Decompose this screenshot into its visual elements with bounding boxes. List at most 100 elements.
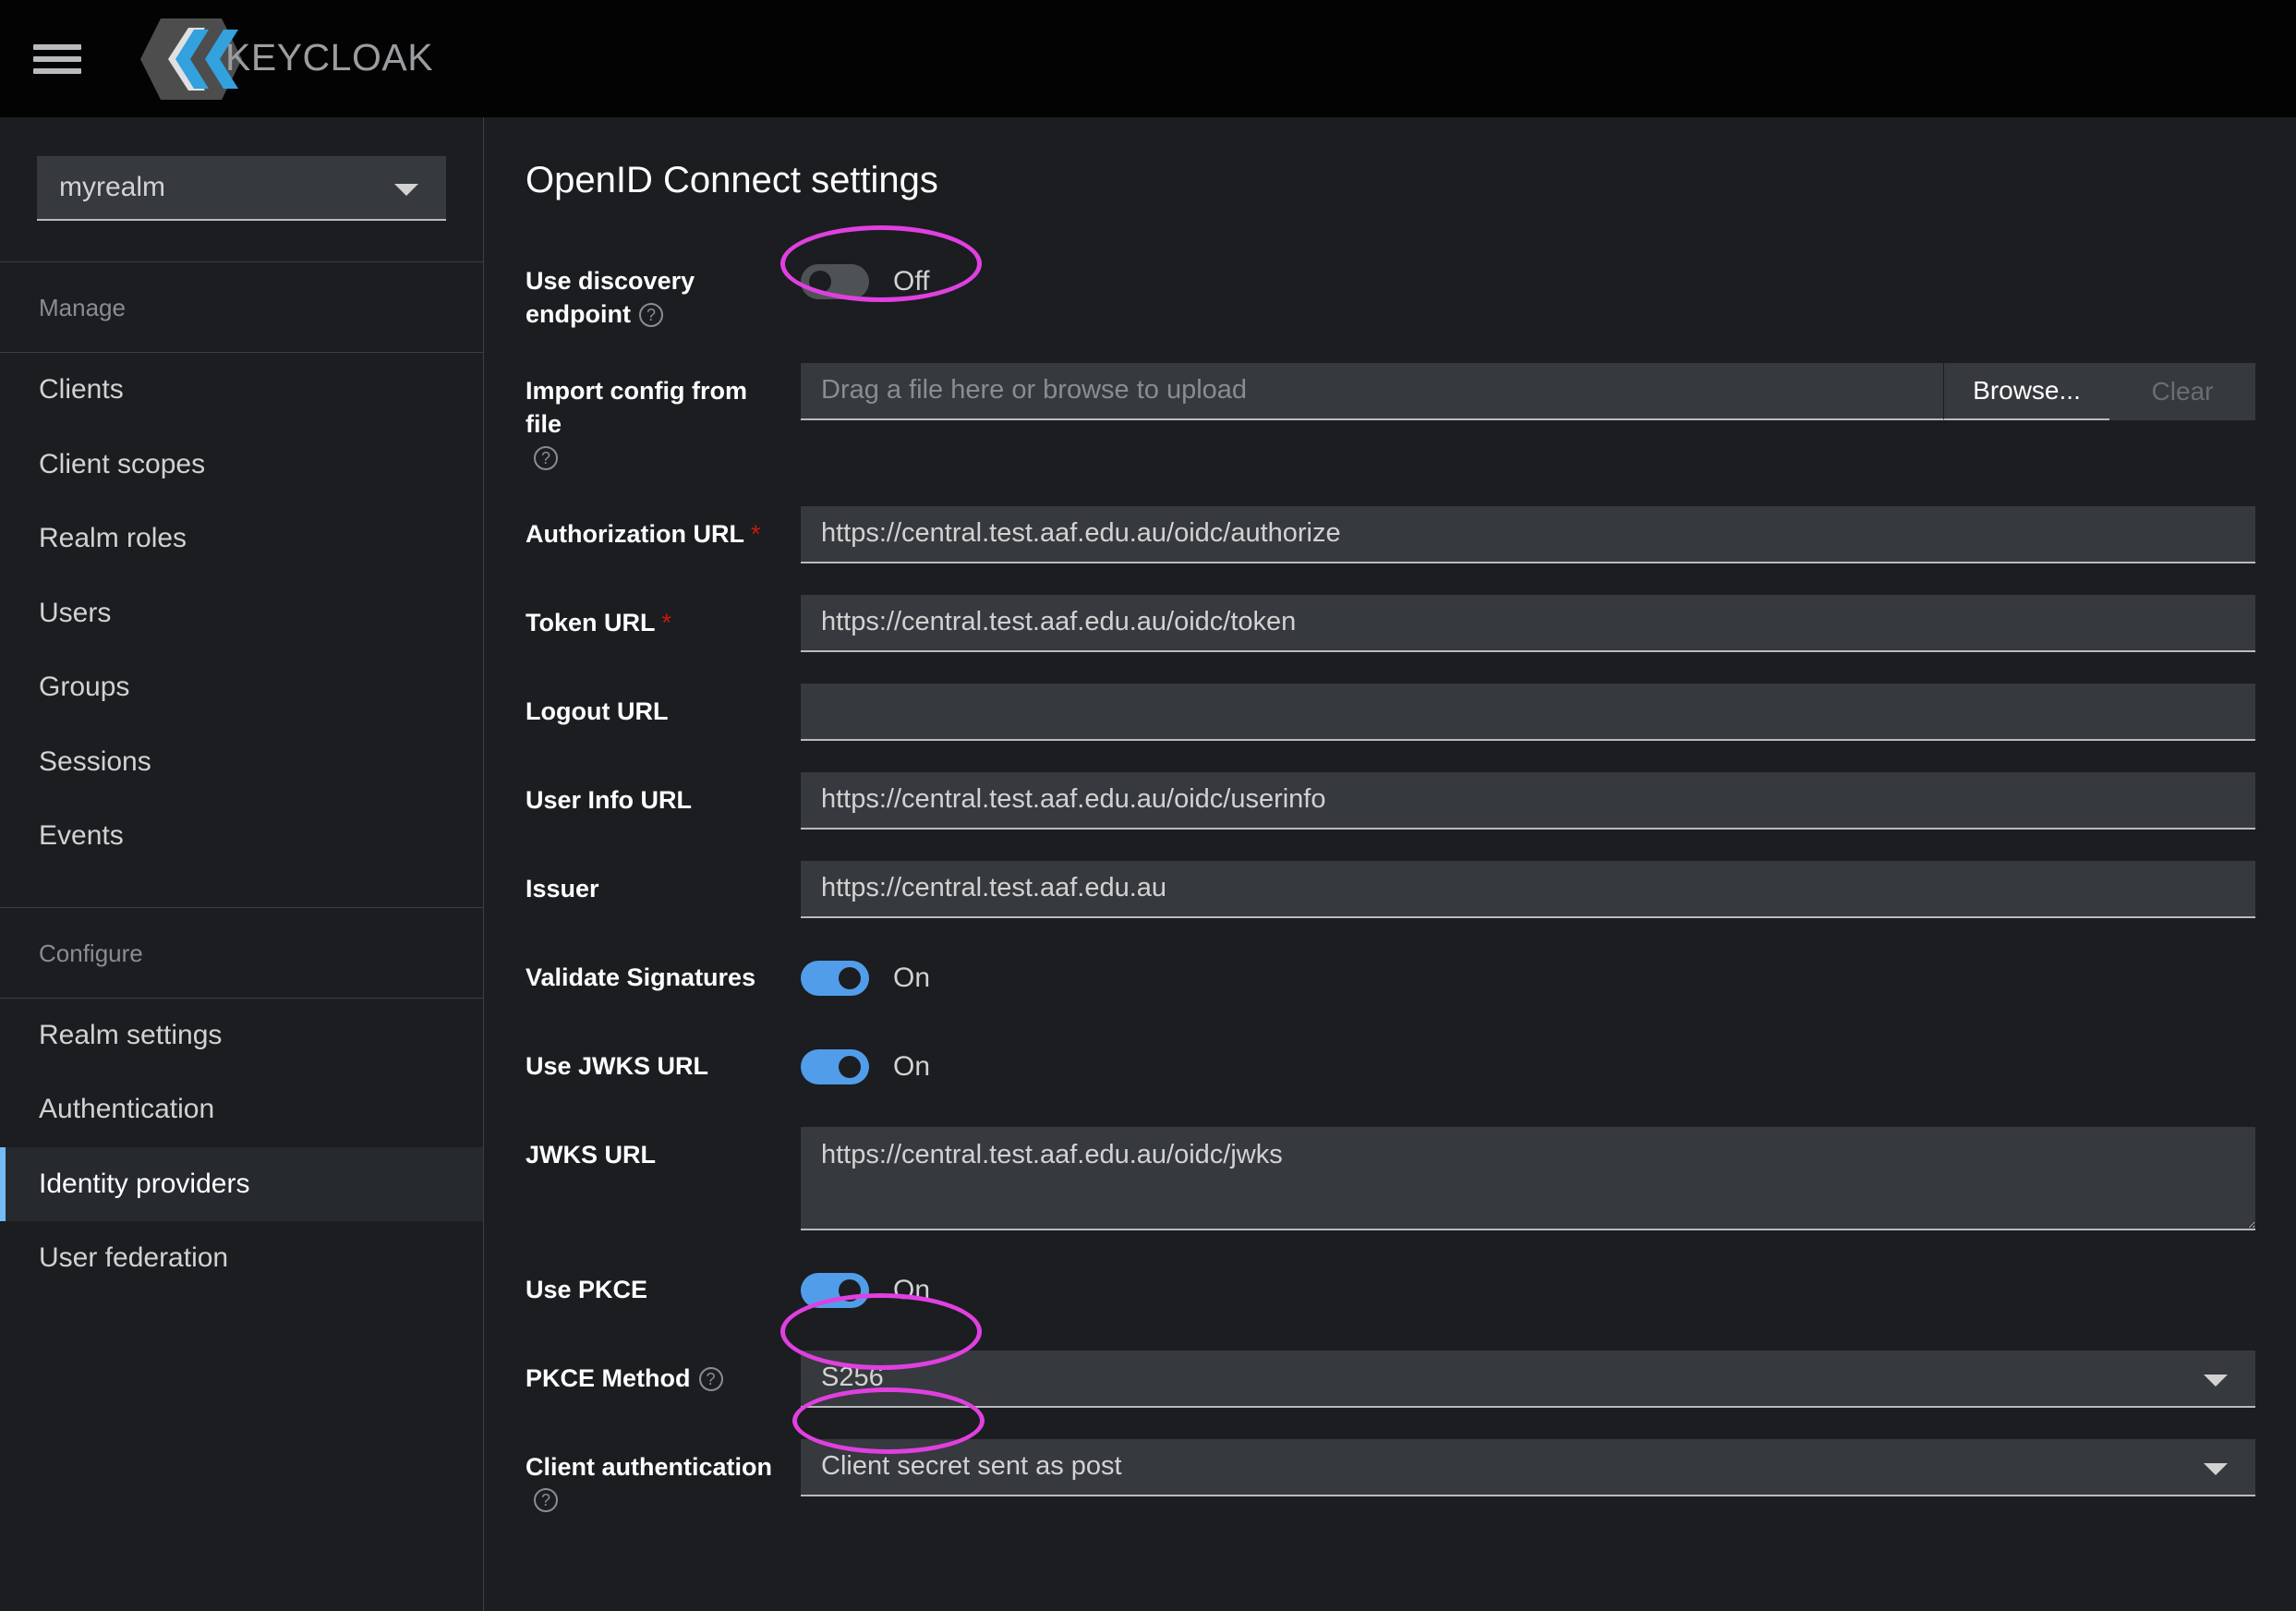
sidebar-item-sessions[interactable]: Sessions <box>0 725 483 800</box>
form-row-authorization-url: Authorization URL * <box>485 505 2296 563</box>
browse-button[interactable]: Browse... <box>1943 362 2109 420</box>
control-issuer <box>801 860 2255 918</box>
hamburger-bar <box>33 55 81 62</box>
form-row-use-pkce: Use PKCE On <box>485 1262 2296 1319</box>
page-title: OpenID Connect settings <box>526 160 938 200</box>
control-user-info-url <box>801 771 2255 830</box>
realm-selector-value: myrealm <box>59 172 166 202</box>
label-text: Authorization URL <box>526 519 744 548</box>
sidebar-item-user-federation[interactable]: User federation <box>0 1221 483 1296</box>
logout-url-input[interactable] <box>801 683 2255 741</box>
sidebar-item-client-scopes[interactable]: Client scopes <box>0 428 483 503</box>
label-use-pkce: Use PKCE <box>526 1275 648 1303</box>
label-logout-url: Logout URL <box>526 696 669 725</box>
sidebar-item-groups[interactable]: Groups <box>0 650 483 725</box>
form-row-pkce-method: PKCE Method? S256 <box>485 1350 2296 1408</box>
nav-group-title-configure: Configure <box>39 939 143 967</box>
token-url-input[interactable] <box>801 594 2255 652</box>
sidebar-navigation: myrealm Manage Clients Client scopes Rea… <box>0 117 484 1611</box>
clear-button[interactable]: Clear <box>2109 362 2255 420</box>
sidebar-item-identity-providers[interactable]: Identity providers <box>0 1146 483 1221</box>
sidebar-item-users[interactable]: Users <box>0 576 483 651</box>
pkce-method-value: S256 <box>821 1363 884 1393</box>
jwks-url-textarea[interactable]: https://central.test.aaf.edu.au/oidc/jwk… <box>801 1126 2255 1230</box>
file-upload: Drag a file here or browse to upload Bro… <box>801 362 2255 420</box>
switch-wrap-use-pkce: On <box>801 1262 2255 1319</box>
toggle-state-label-use-jwks-url: On <box>893 1050 931 1082</box>
control-token-url <box>801 594 2255 652</box>
file-drop-zone[interactable]: Drag a file here or browse to upload <box>801 362 1943 420</box>
control-client-authentication: Client secret sent as post <box>801 1438 2255 1496</box>
label-pkce-method: PKCE Method? <box>526 1351 801 1396</box>
toggle-state-label-validate-signatures: On <box>893 962 931 993</box>
sidebar-item-realm-settings[interactable]: Realm settings <box>0 999 483 1073</box>
switch-wrap-use-jwks-url: On <box>801 1038 2255 1096</box>
toggle-use-discovery-endpoint[interactable] <box>801 264 869 299</box>
user-info-url-input[interactable] <box>801 771 2255 830</box>
control-import-config-from-file: Drag a file here or browse to upload Bro… <box>801 362 2255 420</box>
switch-wrap-use-discovery-endpoint: Off <box>801 253 2255 310</box>
sidebar-item-realm-roles[interactable]: Realm roles <box>0 502 483 576</box>
label-validate-signatures: Validate Signatures <box>526 963 756 991</box>
form-row-jwks-url: JWKS URL https://central.test.aaf.edu.au… <box>485 1126 2296 1230</box>
help-circle-icon[interactable]: ? <box>534 1488 558 1513</box>
hamburger-menu-icon[interactable] <box>33 39 81 79</box>
client-authentication-value: Client secret sent as post <box>821 1451 1122 1482</box>
form-row-token-url: Token URL * <box>485 594 2296 652</box>
label-issuer: Issuer <box>526 874 599 902</box>
masthead: KEYCLOAK <box>0 0 2296 117</box>
help-circle-icon[interactable]: ? <box>698 1366 723 1391</box>
label-text: Client authentication <box>526 1452 773 1481</box>
help-circle-icon[interactable]: ? <box>638 302 663 327</box>
toggle-validate-signatures[interactable] <box>801 960 869 996</box>
sidebar-item-events[interactable]: Events <box>0 799 483 874</box>
toggle-state-label-use-discovery-endpoint: Off <box>893 266 930 297</box>
toggle-knob <box>839 1055 861 1078</box>
hamburger-bar <box>33 43 81 50</box>
client-authentication-select[interactable]: Client secret sent as post <box>801 1438 2255 1496</box>
toggle-state-label-use-pkce: On <box>893 1274 931 1305</box>
toggle-knob <box>839 966 861 989</box>
label-text: Import config from file <box>526 376 747 438</box>
control-authorization-url <box>801 505 2255 563</box>
brand-text: KEYCLOAK <box>225 36 434 79</box>
realm-selector[interactable]: myrealm <box>37 156 446 221</box>
label-jwks-url: JWKS URL <box>526 1140 656 1169</box>
form-row-import-config-from-file: Import config from file? Drag a file her… <box>485 362 2296 475</box>
brand-logo-link[interactable]: KEYCLOAK <box>120 18 434 100</box>
form-row-client-authentication: Client authentication? Client secret sen… <box>485 1438 2296 1518</box>
label-client-authentication: Client authentication? <box>526 1439 801 1518</box>
form-row-user-info-url: User Info URL <box>485 771 2296 830</box>
nav-list-manage: Clients Client scopes Realm roles Users … <box>0 353 483 874</box>
issuer-input[interactable] <box>801 860 2255 918</box>
required-indicator: * <box>661 608 672 636</box>
chevron-down-icon <box>2204 1462 2228 1475</box>
label-user-info-url: User Info URL <box>526 785 693 814</box>
toggle-use-jwks-url[interactable] <box>801 1048 869 1084</box>
nav-list-configure: Realm settings Authentication Identity p… <box>0 999 483 1296</box>
control-use-pkce: On <box>801 1262 2255 1319</box>
label-token-url: Token URL * <box>526 595 801 640</box>
form-row-validate-signatures: Validate Signatures On <box>485 950 2296 1007</box>
label-import-config-from-file: Import config from file? <box>526 363 801 475</box>
control-logout-url <box>801 683 2255 741</box>
chevron-down-icon <box>2204 1374 2228 1387</box>
toggle-use-pkce[interactable] <box>801 1272 869 1308</box>
help-circle-icon[interactable]: ? <box>534 445 558 470</box>
toggle-knob <box>839 1278 861 1302</box>
chevron-down-icon <box>394 184 418 196</box>
toggle-knob <box>809 271 831 293</box>
switch-wrap-validate-signatures: On <box>801 950 2255 1007</box>
control-jwks-url: https://central.test.aaf.edu.au/oidc/jwk… <box>801 1126 2255 1230</box>
label-use-jwks-url: Use JWKS URL <box>526 1051 709 1080</box>
control-pkce-method: S256 <box>801 1350 2255 1408</box>
control-validate-signatures: On <box>801 950 2255 1007</box>
sidebar-item-authentication[interactable]: Authentication <box>0 1072 483 1147</box>
authorization-url-input[interactable] <box>801 505 2255 563</box>
required-indicator: * <box>750 519 761 548</box>
sidebar-item-clients[interactable]: Clients <box>0 353 483 428</box>
label-text: Token URL <box>526 608 656 636</box>
pkce-method-select[interactable]: S256 <box>801 1350 2255 1408</box>
form-row-logout-url: Logout URL <box>485 683 2296 741</box>
